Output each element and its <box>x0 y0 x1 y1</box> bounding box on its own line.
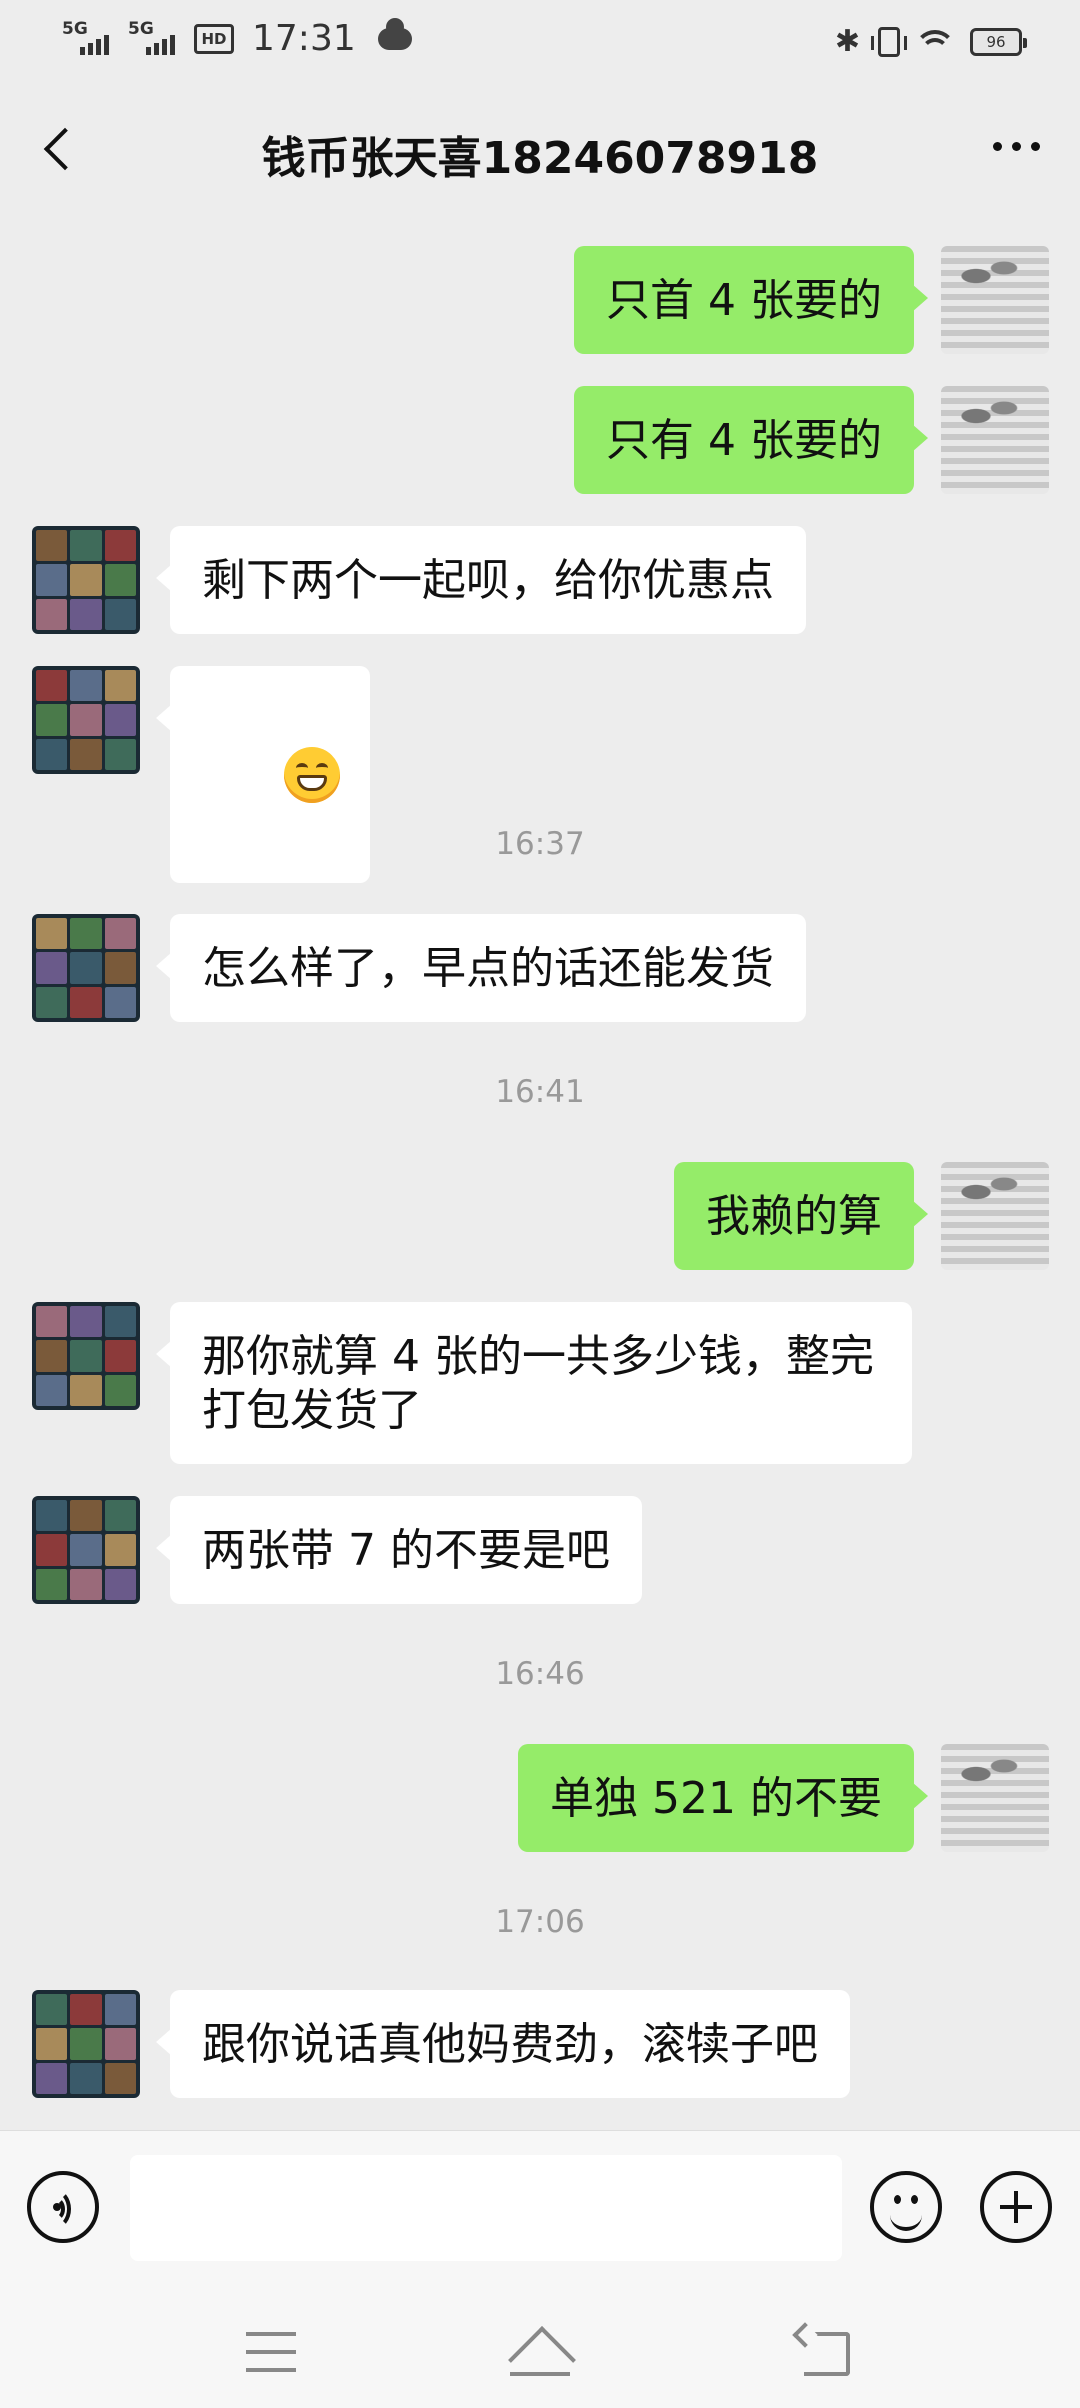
self-avatar[interactable] <box>941 1162 1049 1270</box>
battery-icon: 96 <box>970 27 1027 56</box>
home-icon[interactable] <box>504 2326 576 2376</box>
plus-icon[interactable] <box>980 2171 1052 2243</box>
status-bar: 5G 5G HD 17:31 ✱ 96 <box>0 0 1080 84</box>
contact-avatar[interactable] <box>32 1302 140 1410</box>
message-row: 跟你说话真他妈费劲，滚犊子吧 <box>0 1990 1080 2098</box>
message-bubble-self[interactable]: 只有 4 张要的 <box>574 386 928 494</box>
signal-icon-2: 5G <box>128 19 180 59</box>
status-left: 5G 5G HD 17:31 <box>62 17 412 59</box>
message-row: 剩下两个一起呗，给你优惠点 <box>0 526 1080 634</box>
message-row <box>0 666 1080 883</box>
bluetooth-icon: ✱ <box>834 24 860 59</box>
contact-avatar[interactable] <box>32 526 140 634</box>
message-row: 我赖的算 <box>0 1162 1080 1270</box>
contact-avatar[interactable] <box>32 1990 140 2098</box>
message-row: 单独 521 的不要 <box>0 1744 1080 1852</box>
input-bar <box>0 2130 1080 2291</box>
message-row: 怎么样了，早点的话还能发货 <box>0 914 1080 1022</box>
vibrate-icon <box>871 26 907 57</box>
chat-title: 钱币张天喜18246078918 <box>261 133 819 184</box>
timestamp: 16:37 <box>495 826 585 862</box>
message-list[interactable]: 只首 4 张要的 只有 4 张要的 剩下两个一起呗，给你优惠点 16:37 怎么… <box>0 214 1080 2130</box>
timestamp: 17:06 <box>495 1904 585 1940</box>
message-bubble-other[interactable]: 剩下两个一起呗，给你优惠点 <box>156 526 806 634</box>
message-bubble-self[interactable]: 我赖的算 <box>674 1162 928 1270</box>
chat-header: 钱币张天喜18246078918 <box>0 84 1080 214</box>
self-avatar[interactable] <box>941 386 1049 494</box>
grinning-face-icon <box>283 747 340 803</box>
message-row: 只首 4 张要的 <box>0 246 1080 354</box>
hd-voice-icon: HD <box>194 23 234 54</box>
message-row: 那你就算 4 张的一共多少钱，整完 打包发货了 <box>0 1302 1080 1466</box>
message-bubble-other[interactable]: 跟你说话真他妈费劲，滚犊子吧 <box>156 1990 850 2098</box>
message-bubble-other[interactable]: 怎么样了，早点的话还能发货 <box>156 914 806 1022</box>
message-input[interactable] <box>130 2155 842 2261</box>
more-options-icon[interactable] <box>993 142 1040 151</box>
contact-avatar[interactable] <box>32 1496 140 1604</box>
menu-icon[interactable] <box>246 2332 296 2372</box>
self-avatar[interactable] <box>941 1744 1049 1852</box>
message-bubble-self[interactable]: 只首 4 张要的 <box>574 246 928 354</box>
wifi-icon <box>918 28 952 56</box>
status-time: 17:31 <box>252 18 356 59</box>
message-bubble-self[interactable]: 单独 521 的不要 <box>518 1744 928 1852</box>
message-row: 两张带 7 的不要是吧 <box>0 1496 1080 1604</box>
system-navigation-bar <box>0 2290 1080 2408</box>
cloud-icon <box>377 17 412 50</box>
signal-icon-1: 5G <box>62 19 114 59</box>
self-avatar[interactable] <box>941 246 1049 354</box>
emoji-icon[interactable] <box>870 2171 942 2243</box>
message-row: 只有 4 张要的 <box>0 386 1080 494</box>
contact-avatar[interactable] <box>32 914 140 1022</box>
status-right: ✱ 96 <box>834 24 1027 59</box>
timestamp: 16:46 <box>495 1656 585 1692</box>
message-bubble-other[interactable]: 两张带 7 的不要是吧 <box>156 1496 642 1604</box>
message-bubble-other[interactable]: 那你就算 4 张的一共多少钱，整完 打包发货了 <box>156 1302 912 1464</box>
voice-icon[interactable] <box>27 2171 99 2243</box>
timestamp: 16:41 <box>495 1074 585 1110</box>
system-back-icon[interactable] <box>796 2332 850 2376</box>
contact-avatar[interactable] <box>32 666 140 774</box>
